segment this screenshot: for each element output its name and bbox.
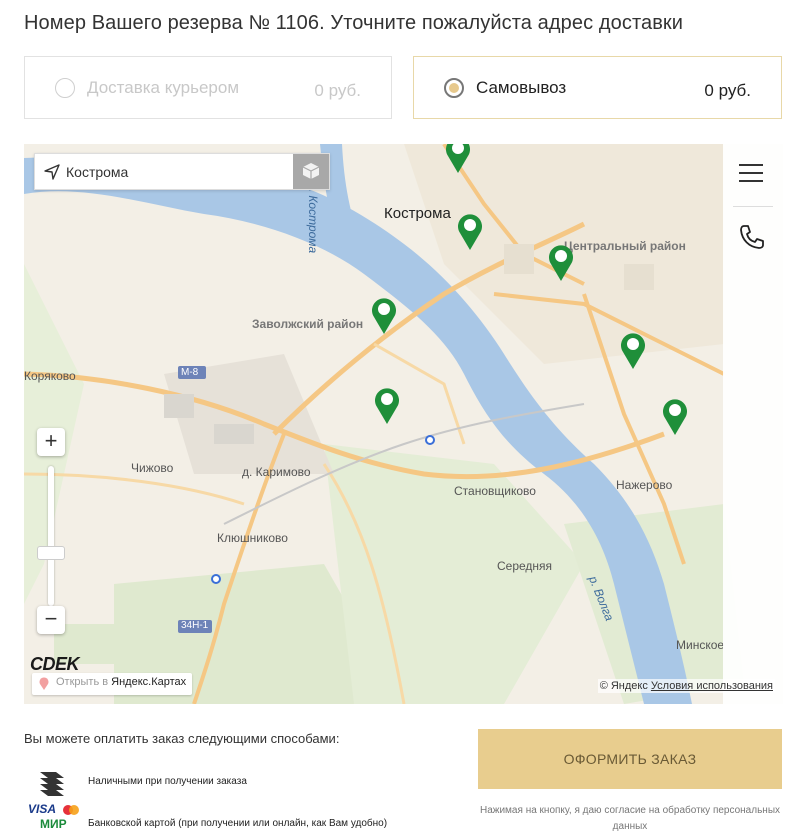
payment-cash-label: Наличными при получении заказа	[88, 776, 247, 787]
pickup-point-marker[interactable]	[445, 144, 471, 174]
map-label-nazherovo: Нажерово	[616, 478, 673, 492]
road-label-34n1: 34Н-1	[181, 620, 209, 631]
phone-icon[interactable]	[738, 223, 766, 251]
map-search-button[interactable]	[293, 154, 329, 189]
open-link-service: Яндекс.Картах	[111, 676, 187, 688]
map-label-stanovshchikovo: Становщиково	[454, 484, 536, 498]
zoom-slider[interactable]	[37, 466, 65, 606]
open-in-yandex-maps-link[interactable]: Открыть в Яндекс.Картах	[32, 673, 193, 695]
box-icon	[302, 163, 320, 179]
map-label-minskoe: Минское	[676, 638, 725, 652]
courier-label: Доставка курьером	[87, 78, 240, 97]
map-label-karimovo: д. Каримово	[242, 465, 311, 479]
location-arrow-icon[interactable]	[44, 164, 60, 180]
consent-text: Нажимая на кнопку, я даю согласие на обр…	[480, 805, 780, 832]
road-label-m8: М-8	[181, 367, 199, 378]
map-label-koryakovo: Коряково	[24, 369, 76, 383]
mastercard-logo	[63, 805, 79, 815]
radio-courier[interactable]	[55, 78, 75, 98]
map-container[interactable]: Кострома р. Кострома р. Волга Центральны…	[24, 144, 783, 704]
card-brands-icon: VISA МИР	[24, 802, 80, 832]
map-search-input[interactable]: Кострома	[66, 164, 128, 180]
pickup-point-marker[interactable]	[374, 387, 400, 425]
pickup-label: Самовывоз	[476, 78, 567, 97]
zoom-out-button[interactable]: −	[37, 606, 65, 634]
map-label-city: Кострома	[384, 205, 451, 222]
pickup-price: 0 руб.	[704, 81, 751, 100]
pickup-point-marker[interactable]	[548, 244, 574, 282]
map-side-panel	[723, 144, 783, 704]
payment-title: Вы можете оплатить заказ следующими спос…	[24, 731, 340, 746]
map-pin-icon	[39, 677, 49, 690]
map-label-klyushnikovo: Клюшниково	[217, 531, 288, 545]
map-label-central: Центральный район	[564, 239, 686, 253]
pickup-point-marker[interactable]	[620, 332, 646, 370]
place-order-button[interactable]: ОФОРМИТЬ ЗАКАЗ	[478, 729, 782, 789]
copyright-text: © Яндекс	[599, 680, 648, 692]
page-title: Номер Вашего резерва № 1106. Уточните по…	[24, 12, 684, 34]
delivery-option-pickup[interactable]: Самовывоз 0 руб.	[413, 56, 782, 119]
visa-logo: VISA	[28, 802, 57, 816]
pickup-point-marker[interactable]	[371, 297, 397, 335]
map-label-zavolzhsky: Заволжский район	[252, 317, 364, 331]
map-label-chizhovo: Чижово	[131, 461, 174, 475]
map-label-river-kostroma: р. Кострома	[306, 182, 320, 254]
map-label-serednyaya: Середняя	[497, 559, 553, 573]
menu-icon[interactable]	[739, 164, 763, 184]
radio-pickup[interactable]	[444, 78, 464, 98]
side-divider	[733, 206, 773, 207]
delivery-option-courier[interactable]: Доставка курьером 0 руб.	[24, 56, 392, 119]
map-copyright: © Яндекс Условия использования	[597, 679, 775, 693]
cash-stack-icon	[40, 772, 64, 796]
open-link-prefix: Открыть в	[56, 676, 112, 688]
payment-card-label: Банковской картой (при получении или онл…	[88, 818, 388, 829]
courier-price: 0 руб.	[314, 81, 361, 100]
mir-logo: МИР	[40, 817, 67, 831]
map-search[interactable]: Кострома	[34, 153, 330, 190]
zoom-in-button[interactable]: +	[37, 428, 65, 456]
zoom-slider-thumb[interactable]	[37, 546, 65, 560]
pickup-point-marker[interactable]	[662, 398, 688, 436]
cdek-logo: CDEK	[30, 654, 80, 674]
pickup-point-marker[interactable]	[457, 213, 483, 251]
terms-link[interactable]: Условия использования	[651, 680, 773, 692]
